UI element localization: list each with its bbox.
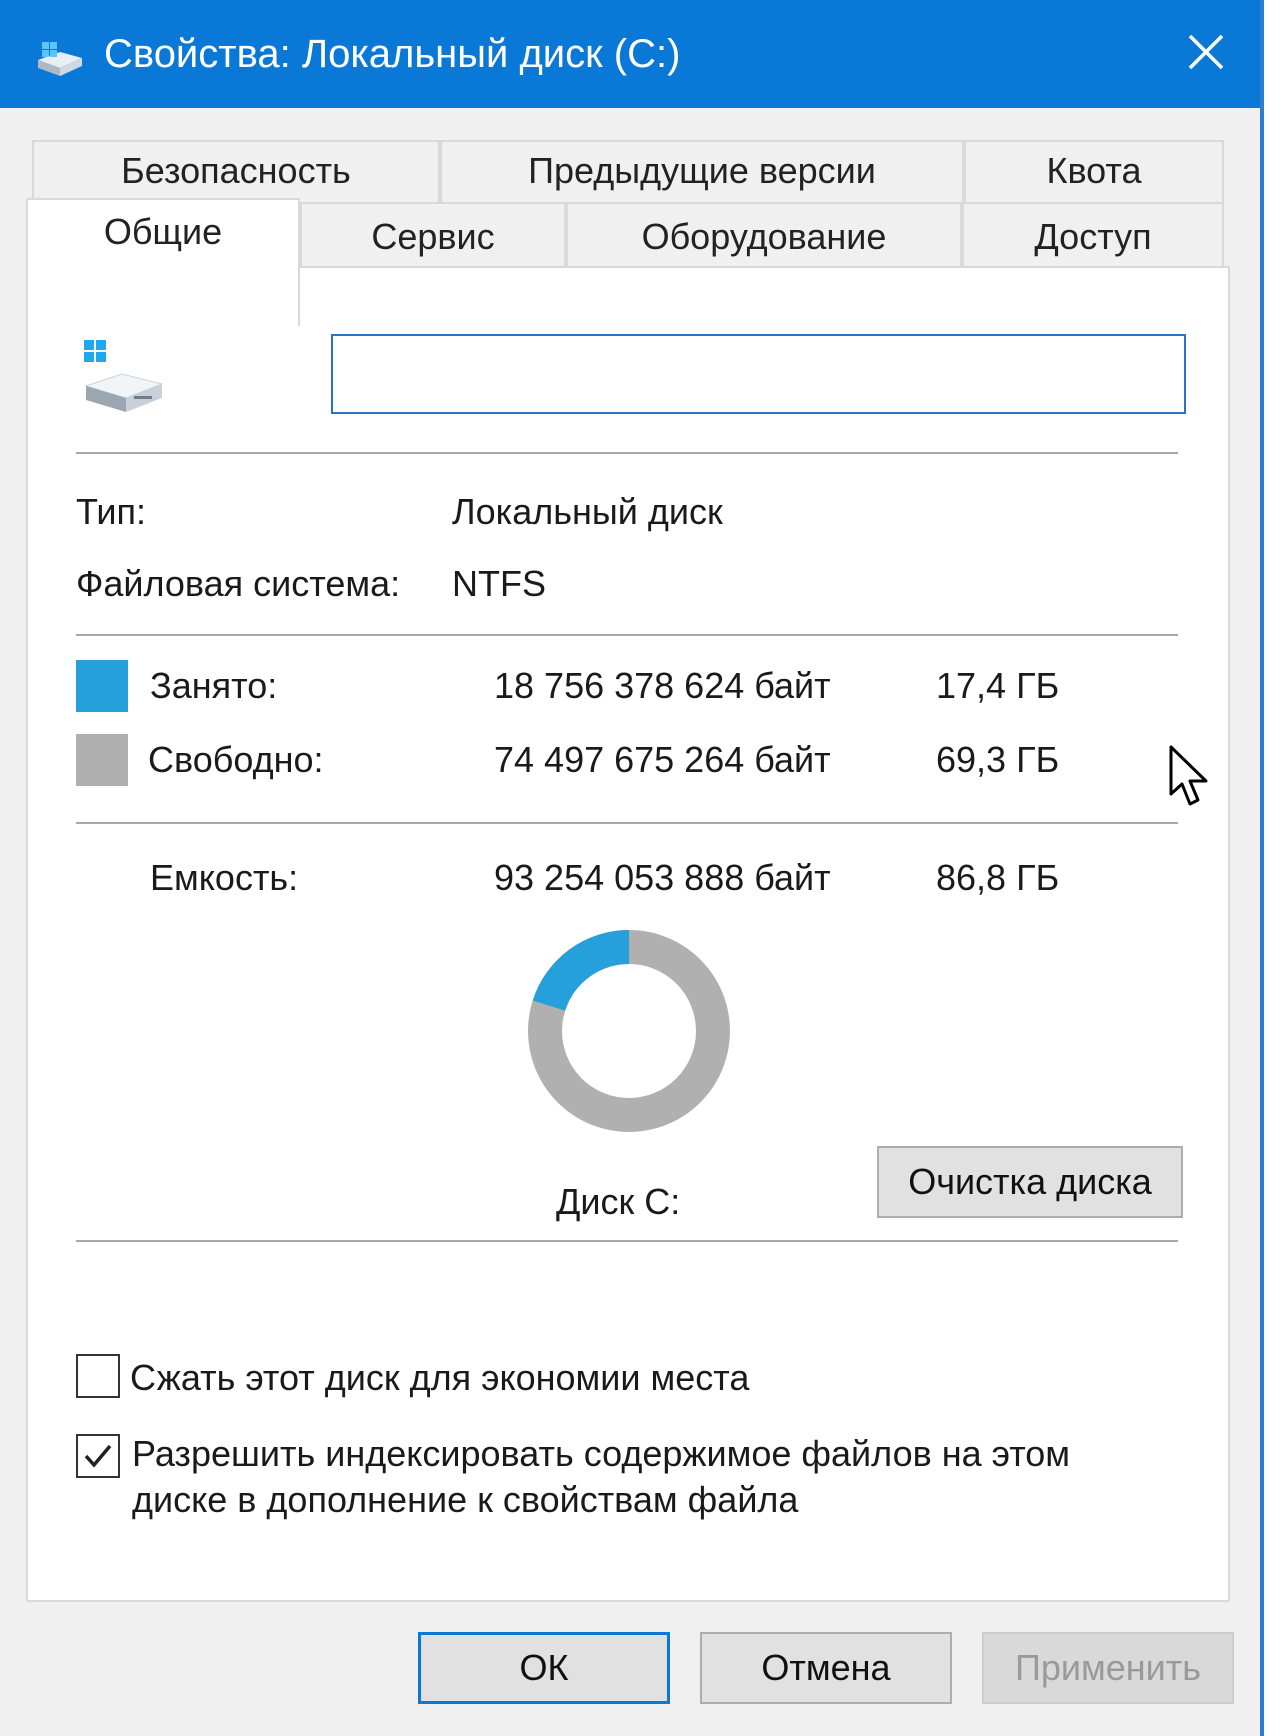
index-checkbox[interactable] — [76, 1434, 120, 1478]
tab-security[interactable]: Безопасность — [32, 140, 440, 202]
title-bar[interactable]: Свойства: Локальный диск (C:) — [0, 0, 1260, 108]
separator — [76, 634, 1178, 636]
separator — [76, 822, 1178, 824]
used-label: Занято: — [150, 665, 278, 706]
tab-tools[interactable]: Сервис — [300, 202, 566, 268]
tab-general[interactable]: Общие — [26, 198, 300, 326]
properties-window: Свойства: Локальный диск (C:) Безопаснос… — [0, 0, 1264, 1736]
used-space-swatch — [76, 660, 128, 712]
volume-name-input[interactable] — [331, 334, 1186, 414]
tab-sharing[interactable]: Доступ — [962, 202, 1224, 268]
separator — [76, 452, 1178, 454]
capacity-size: 86,8 ГБ — [936, 857, 1060, 898]
capacity-label: Емкость: — [150, 857, 299, 898]
disk-usage-donut — [528, 930, 730, 1132]
disk-label: Диск C: — [556, 1181, 681, 1222]
mouse-cursor — [1169, 745, 1208, 806]
index-label-line2: диске в дополнение к свойствам файла — [132, 1479, 799, 1520]
close-icon[interactable] — [1180, 22, 1232, 82]
type-label: Тип: — [76, 491, 147, 532]
compress-label: Сжать этот диск для экономии места — [130, 1357, 750, 1398]
filesystem-label: Файловая система: — [76, 563, 401, 604]
apply-button[interactable]: Применить — [982, 1632, 1234, 1704]
tab-hardware[interactable]: Оборудование — [566, 202, 962, 268]
separator — [76, 1240, 1178, 1242]
tab-quota[interactable]: Квота — [964, 140, 1224, 202]
type-value: Локальный диск — [452, 491, 723, 532]
free-label: Свободно: — [148, 739, 324, 780]
free-size: 69,3 ГБ — [936, 739, 1060, 780]
cancel-button[interactable]: Отмена — [700, 1632, 952, 1704]
capacity-bytes: 93 254 053 888 байт — [494, 857, 831, 898]
filesystem-value: NTFS — [452, 563, 546, 604]
ok-button[interactable]: ОК — [418, 1632, 670, 1704]
tab-previous-versions[interactable]: Предыдущие версии — [440, 140, 964, 202]
window-title: Свойства: Локальный диск (C:) — [104, 32, 681, 76]
index-label-line1: Разрешить индексировать содержимое файло… — [132, 1433, 1071, 1474]
free-space-swatch — [76, 734, 128, 786]
drive-icon — [38, 42, 82, 76]
checkmark-icon — [84, 1444, 112, 1468]
compress-checkbox[interactable] — [76, 1354, 120, 1398]
windows-drive-icon — [84, 340, 164, 412]
used-size: 17,4 ГБ — [936, 665, 1060, 706]
disk-cleanup-button[interactable]: Очистка диска — [877, 1146, 1183, 1218]
used-bytes: 18 756 378 624 байт — [494, 665, 831, 706]
free-bytes: 74 497 675 264 байт — [494, 739, 831, 780]
